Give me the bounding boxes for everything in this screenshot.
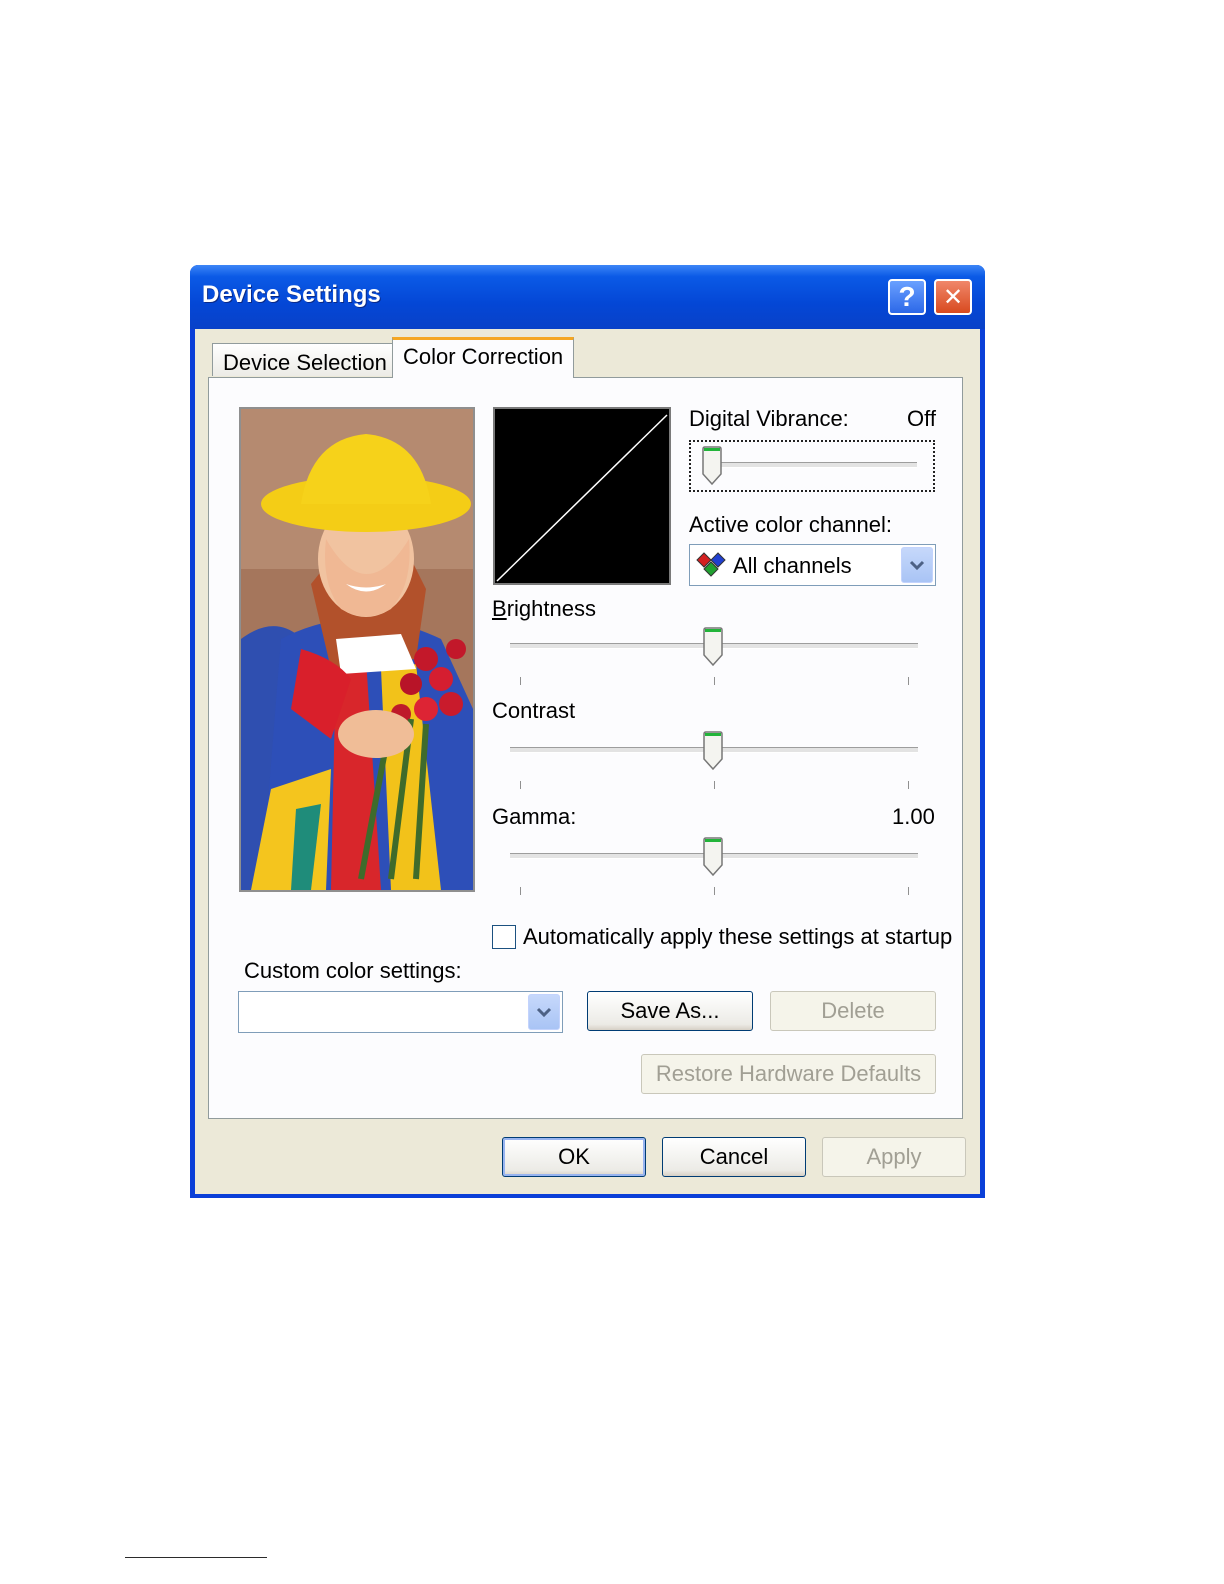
custom-settings-label: Custom color settings: (244, 958, 462, 983)
slider-thumb-icon[interactable] (702, 731, 724, 771)
chevron-down-icon (909, 560, 925, 571)
tab-label: Color Correction (403, 344, 564, 369)
color-correction-panel: Digital Vibrance: Off Active color chann… (208, 377, 963, 1119)
slider-tick (520, 677, 521, 685)
ok-button[interactable]: OK (502, 1137, 646, 1177)
digital-vibrance-label: Digital Vibrance: (689, 406, 849, 431)
tab-label: Device Selection (223, 350, 387, 375)
custom-settings-dropdown-button[interactable] (528, 994, 560, 1030)
active-channel-value: All channels (733, 553, 852, 578)
save-as-button[interactable]: Save As... (587, 991, 753, 1031)
gamma-slider[interactable] (492, 831, 932, 903)
brightness-label: Brightness (492, 596, 596, 621)
footnote-rule (125, 1557, 267, 1558)
apply-button[interactable]: Apply (822, 1137, 966, 1177)
auto-apply-label[interactable]: Automatically apply these settings at st… (523, 924, 952, 950)
auto-apply-checkbox[interactable] (492, 925, 516, 949)
slider-tick (908, 677, 909, 685)
gamma-value: 1.00 (892, 804, 935, 829)
active-channel-dropdown-button[interactable] (901, 547, 933, 583)
contrast-slider[interactable] (492, 725, 932, 797)
delete-button[interactable]: Delete (770, 991, 936, 1031)
slider-tick (714, 781, 715, 789)
slider-thumb-icon[interactable] (702, 837, 724, 877)
tab-color-correction[interactable]: Color Correction (392, 337, 575, 378)
digital-vibrance-track (707, 462, 917, 468)
gamma-curve-preview (493, 407, 671, 585)
digital-vibrance-value: Off (907, 406, 936, 431)
window-title: Device Settings (202, 281, 381, 308)
gamma-curve-line (496, 414, 668, 582)
chevron-down-icon (536, 1007, 552, 1018)
custom-settings-select[interactable] (238, 991, 563, 1033)
gamma-label: Gamma: (492, 804, 577, 829)
device-settings-window: Device Settings ? ✕ Device Selection Col… (190, 265, 985, 1198)
slider-tick (714, 677, 715, 685)
slider-thumb-icon[interactable] (701, 446, 723, 486)
color-channel-icon (696, 552, 726, 577)
active-channel-select[interactable]: All channels (689, 544, 936, 586)
tab-device-selection[interactable]: Device Selection (212, 343, 398, 376)
help-button[interactable]: ? (888, 279, 926, 315)
slider-tick (908, 781, 909, 789)
sample-photo-image (241, 409, 473, 890)
slider-tick (520, 887, 521, 895)
brightness-slider[interactable] (492, 621, 932, 693)
contrast-label: Contrast (492, 698, 576, 723)
title-bar[interactable]: Device Settings ? ✕ (190, 265, 985, 329)
sample-photo (239, 407, 475, 892)
help-icon: ? (898, 281, 916, 312)
slider-tick (714, 887, 715, 895)
active-channel-label: Active color channel: (689, 512, 892, 537)
close-button[interactable]: ✕ (934, 279, 972, 315)
brightness-label-text: rightness (506, 596, 596, 621)
slider-thumb-icon[interactable] (702, 627, 724, 667)
cancel-button[interactable]: Cancel (662, 1137, 806, 1177)
close-icon: ✕ (942, 283, 964, 311)
restore-defaults-button[interactable]: Restore Hardware Defaults (641, 1054, 936, 1094)
digital-vibrance-slider[interactable] (689, 440, 935, 492)
slider-tick (520, 781, 521, 789)
slider-tick (908, 887, 909, 895)
window-client-area: Device Selection Color Correction Digita… (195, 329, 980, 1194)
